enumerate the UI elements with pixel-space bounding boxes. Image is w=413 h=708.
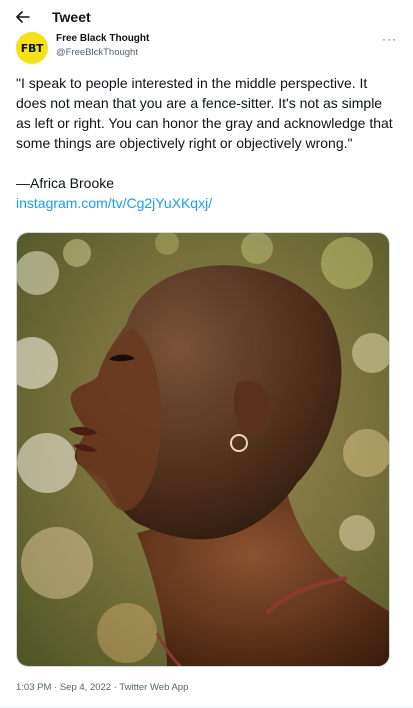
page-title: Tweet: [52, 9, 91, 25]
author-display-name[interactable]: Free Black Thought: [56, 33, 149, 44]
tweet-link[interactable]: instagram.com/tv/Cg2jYuXKqxj/: [16, 195, 212, 211]
author-handle[interactable]: @FreeBlckThought: [56, 47, 138, 58]
tweet-media-photo[interactable]: [16, 232, 390, 667]
avatar[interactable]: FBT: [16, 32, 48, 64]
tweet-date[interactable]: Sep 4, 2022: [60, 682, 111, 693]
more-options-button[interactable]: ···: [382, 32, 397, 46]
back-button[interactable]: [12, 6, 34, 28]
tweet-header: Tweet: [0, 0, 413, 34]
tweet-meta: 1:03 PM · Sep 4, 2022 · Twitter Web App: [16, 682, 188, 693]
tweet-text: "I speak to people interested in the mid…: [16, 73, 400, 213]
portrait-photo: [17, 233, 389, 666]
meta-separator: ·: [51, 682, 60, 693]
tweet-attribution: —Africa Brooke: [16, 175, 115, 191]
arrow-left-icon: [16, 11, 30, 23]
tweet-time[interactable]: 1:03 PM: [16, 682, 51, 693]
tweet-quote: "I speak to people interested in the mid…: [16, 75, 397, 151]
tweet-client[interactable]: Twitter Web App: [119, 682, 188, 693]
